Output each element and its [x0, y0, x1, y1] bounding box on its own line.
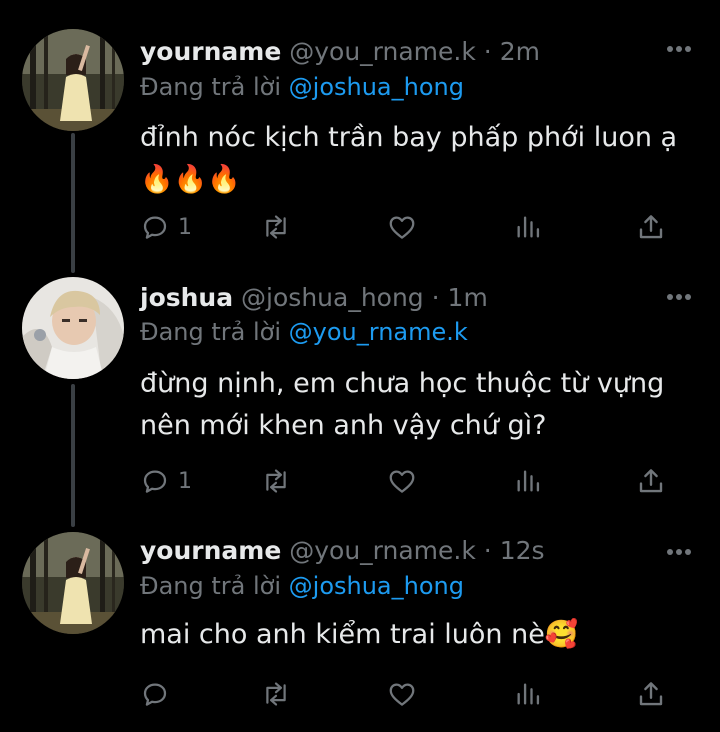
- tweet[interactable]: joshua @joshua_hong · 1m Đang trả lời @y…: [0, 255, 720, 510]
- like-button[interactable]: [386, 210, 418, 244]
- handle[interactable]: @you_rname.k: [289, 37, 476, 66]
- tweet-header: yourname @you_rname.k · 2m: [140, 36, 680, 68]
- mention-link[interactable]: @you_rname.k: [289, 318, 468, 346]
- retweet-icon: [266, 215, 286, 239]
- replying-to: Đang trả lời @you_rname.k: [140, 316, 468, 348]
- timestamp[interactable]: 2m: [500, 37, 540, 66]
- timestamp[interactable]: 1m: [448, 283, 488, 312]
- retweet-button[interactable]: [260, 210, 292, 244]
- share-button[interactable]: [636, 464, 666, 498]
- reply-button[interactable]: 1: [140, 210, 192, 244]
- reply-thread: yourname @you_rname.k · 2m Đang trả lời …: [0, 0, 720, 732]
- like-button[interactable]: [386, 677, 418, 711]
- display-name[interactable]: yourname: [140, 37, 281, 66]
- views-icon: [517, 683, 540, 705]
- avatar[interactable]: [22, 277, 124, 379]
- replying-to-prefix: Đang trả lời: [140, 73, 282, 101]
- tweet-text: mai cho anh kiểm trai luôn nè🥰: [140, 619, 579, 650]
- views-icon: [517, 470, 540, 492]
- reply-icon: [143, 216, 167, 239]
- display-name[interactable]: joshua: [140, 283, 233, 312]
- handle[interactable]: @joshua_hong: [241, 283, 424, 312]
- handle[interactable]: @you_rname.k: [289, 536, 476, 565]
- reply-button[interactable]: 1: [140, 464, 192, 498]
- views-button[interactable]: [514, 677, 542, 711]
- timestamp[interactable]: 12s: [500, 536, 545, 565]
- action-bar: [140, 677, 680, 711]
- tweet-text: đỉnh nóc kịch trần bay phấp phới luon ạ🔥…: [140, 122, 678, 195]
- profile-photo-girl-forest-icon: [22, 532, 124, 634]
- more-horizontal-icon[interactable]: [666, 547, 692, 557]
- reply-count: 1: [178, 468, 192, 494]
- separator-dot: ·: [483, 37, 492, 66]
- like-button[interactable]: [386, 464, 418, 498]
- display-name[interactable]: yourname: [140, 536, 281, 565]
- replying-to: Đang trả lời @joshua_hong: [140, 570, 464, 602]
- avatar[interactable]: [22, 532, 124, 634]
- retweet-button[interactable]: [260, 464, 292, 498]
- tweet[interactable]: yourname @you_rname.k · 12s Đang trả lời…: [0, 510, 720, 732]
- retweet-icon: [266, 682, 286, 706]
- profile-photo-boy-white-icon: [22, 277, 124, 379]
- heart-icon: [389, 683, 415, 706]
- tweet[interactable]: yourname @you_rname.k · 2m Đang trả lời …: [0, 0, 720, 255]
- action-bar: 1: [140, 210, 680, 244]
- reply-count: 1: [178, 214, 192, 240]
- separator-dot: ·: [431, 283, 440, 312]
- views-button[interactable]: [514, 464, 542, 498]
- reply-icon: [143, 470, 167, 493]
- tweet-header: yourname @you_rname.k · 12s: [140, 535, 680, 567]
- reply-button[interactable]: [140, 677, 178, 711]
- heart-icon: [389, 470, 415, 493]
- share-icon: [639, 469, 663, 493]
- avatar[interactable]: [22, 29, 124, 131]
- profile-photo-girl-forest-icon: [22, 29, 124, 131]
- replying-to-prefix: Đang trả lời: [140, 572, 282, 600]
- share-button[interactable]: [636, 210, 666, 244]
- tweet-header: joshua @joshua_hong · 1m: [140, 282, 680, 314]
- separator-dot: ·: [483, 536, 492, 565]
- retweet-button[interactable]: [260, 677, 292, 711]
- replying-to-prefix: Đang trả lời: [140, 318, 282, 346]
- share-button[interactable]: [636, 677, 666, 711]
- share-icon: [639, 682, 663, 706]
- reply-icon: [143, 683, 167, 706]
- replying-to: Đang trả lời @joshua_hong: [140, 71, 464, 103]
- views-button[interactable]: [514, 210, 542, 244]
- retweet-icon: [266, 469, 286, 493]
- share-icon: [639, 215, 663, 239]
- mention-link[interactable]: @joshua_hong: [289, 73, 464, 101]
- heart-icon: [389, 216, 415, 239]
- views-icon: [517, 216, 540, 238]
- action-bar: 1: [140, 464, 680, 498]
- more-horizontal-icon[interactable]: [666, 44, 692, 54]
- mention-link[interactable]: @joshua_hong: [289, 572, 464, 600]
- more-horizontal-icon[interactable]: [666, 292, 692, 302]
- tweet-text: đừng nịnh, em chưa học thuộc từ vựng nên…: [140, 368, 665, 441]
